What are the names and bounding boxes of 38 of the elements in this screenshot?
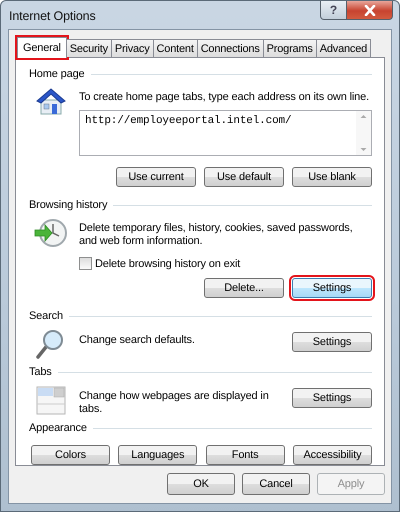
- window-title: Internet Options: [9, 9, 96, 23]
- tab[interactable]: General: [17, 37, 67, 58]
- search-description: Change search defaults.: [79, 334, 196, 347]
- checkbox-box[interactable]: [79, 257, 92, 270]
- dialog-button[interactable]: Use blank: [292, 167, 372, 187]
- dialog-button[interactable]: Fonts: [206, 445, 285, 465]
- tab[interactable]: Privacy: [110, 39, 154, 57]
- browsing-history-description: Delete temporary files, history, cookies, saved passwords, and web form information.: [79, 222, 354, 248]
- dialog-button[interactable]: OK: [167, 473, 235, 495]
- home-page-address-field[interactable]: http://employeeportal.intel.com/: [79, 110, 372, 156]
- section-label: Tabs: [29, 366, 52, 378]
- close-button[interactable]: [347, 1, 393, 20]
- tab[interactable]: Content: [152, 39, 198, 57]
- dialog-button[interactable]: Languages: [118, 445, 198, 465]
- scroll-bar[interactable]: [356, 111, 371, 155]
- dialog-button[interactable]: Colors: [31, 445, 110, 465]
- dialog-button[interactable]: Settings: [292, 278, 372, 298]
- close-icon: [364, 4, 376, 16]
- section-label: Browsing history: [29, 199, 108, 211]
- tab[interactable]: Security: [66, 39, 112, 57]
- clock-icon: [33, 217, 69, 249]
- section-label: Appearance: [29, 422, 87, 434]
- help-button[interactable]: ?: [320, 1, 347, 20]
- dialog-button[interactable]: Use current: [116, 167, 196, 187]
- checkbox[interactable]: Delete browsing history on exit: [79, 257, 372, 270]
- dialog-button[interactable]: Cancel: [242, 473, 310, 495]
- dialog-button[interactable]: Delete...: [204, 278, 284, 298]
- tab[interactable]: Connections: [196, 39, 264, 57]
- section-label: Home page: [29, 68, 85, 80]
- dialog-button[interactable]: Use default: [204, 167, 284, 187]
- home-page-description: To create home page tabs, type each address on its own line.: [79, 91, 370, 104]
- tabs-description: Change how webpages are displayed in tabs.: [79, 390, 270, 416]
- dialog-button[interactable]: Settings: [292, 388, 372, 408]
- dialog-button[interactable]: Accessibility: [292, 445, 372, 465]
- section-label: Search: [29, 310, 63, 322]
- dialog-button[interactable]: Settings: [292, 332, 372, 352]
- tab[interactable]: Advanced: [316, 39, 372, 57]
- tab[interactable]: Programs: [262, 39, 317, 57]
